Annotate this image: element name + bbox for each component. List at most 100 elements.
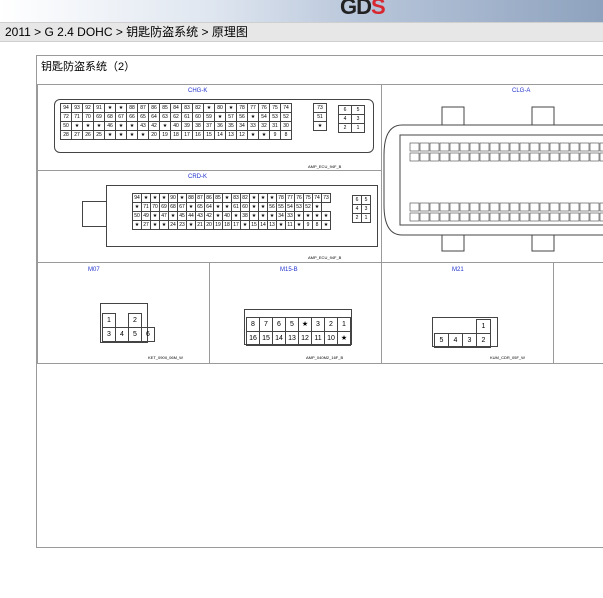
pin-cell: 24 — [168, 220, 178, 230]
connector-crd-k: CRD-K 94 ★ ★ ★ 90 ★ 88 87 86 85 ★ 83 82 ★ ★ ★ 78 77 76 75 74… — [37, 170, 383, 264]
pin-cell: ★ — [313, 121, 327, 131]
pin-cell: ★ — [104, 103, 116, 113]
pin-cell: 88 — [186, 193, 196, 203]
pin-cell: 43 — [195, 211, 205, 221]
pin-cell: 2 — [338, 123, 352, 133]
pin-cell: 54 — [258, 112, 270, 122]
pin-cell: 86 — [204, 193, 214, 203]
pin-cell: 32 — [258, 121, 270, 131]
clg-a-pin — [409, 202, 420, 212]
pin-cell: 82 — [192, 103, 204, 113]
pin-cell: 5 — [285, 317, 299, 332]
pin-cell: 45 — [177, 211, 187, 221]
pin-cell: 3 — [311, 317, 325, 332]
pin-cell: ★ — [186, 202, 196, 212]
pin-cell: 64 — [204, 202, 214, 212]
pin-cell: 20 — [204, 220, 214, 230]
clg-a-pin — [439, 142, 450, 152]
pin-cell: 15 — [203, 130, 215, 140]
clg-a-pin — [409, 212, 420, 222]
pin-cell: 3 — [462, 333, 477, 348]
pin-cell: 94 — [60, 103, 72, 113]
pin-cell: 76 — [294, 193, 304, 203]
pin-cell: 77 — [247, 103, 259, 113]
pin-cell: ★ — [115, 103, 127, 113]
pin-cell: 40 — [222, 211, 232, 221]
pin-cell: 18 — [170, 130, 182, 140]
pin-cell: 88 — [126, 103, 138, 113]
pin-cell: 1 — [361, 213, 371, 223]
pin-cell: ★ — [247, 130, 259, 140]
pin-cell: 50 — [132, 211, 142, 221]
clg-a-pin — [569, 152, 580, 162]
clg-a-pin — [479, 212, 490, 222]
clg-a-pin — [499, 202, 510, 212]
clg-a-pin — [509, 202, 520, 212]
pin-cell: ★ — [115, 130, 127, 140]
pin-cell: 12 — [298, 331, 312, 346]
clg-a-pin — [539, 142, 550, 152]
pin-cell: 33 — [247, 121, 259, 131]
gds-logo: GDS — [340, 0, 386, 19]
pin-cell: ★ — [258, 202, 268, 212]
pin-cell: 70 — [150, 202, 160, 212]
pin-cell: ★ — [312, 202, 322, 212]
pin-cell: 4 — [115, 327, 129, 342]
pin-cell: 5 — [351, 105, 365, 115]
connector-chg-k: CHG-K 94 93 92 91 ★ ★ 88 87 86 85 84 83 82 ★ 80 ★ 78 77 76… — [37, 84, 383, 172]
pin-cell: 92 — [82, 103, 94, 113]
clg-a-pin — [449, 152, 460, 162]
pin-cell — [314, 131, 327, 140]
pin-cell: ★ — [132, 202, 142, 212]
pin-cell: 13 — [225, 130, 237, 140]
pin-cell: ★ — [249, 211, 259, 221]
clg-a-pin — [429, 202, 440, 212]
pin-cell: ★ — [115, 121, 127, 131]
pin-cell: ★ — [258, 130, 270, 140]
pin-cell: ★ — [222, 202, 232, 212]
pin-cell: 6 — [141, 327, 155, 342]
pin-cell: ★ — [267, 211, 277, 221]
clg-a-pin — [559, 202, 570, 212]
pin-cell: 76 — [258, 103, 270, 113]
clg-a-pin — [409, 142, 420, 152]
pin-cell: 61 — [181, 112, 193, 122]
pin-cell — [449, 320, 463, 334]
pin-cell: 2 — [352, 213, 362, 223]
pin-cell: ★ — [321, 211, 331, 221]
chg-k-label: CHG-K — [188, 88, 208, 94]
clg-a-pin — [419, 212, 430, 222]
pin-cell: 33 — [285, 211, 295, 221]
diagram-title: 钥匙防盗系统（2） — [41, 61, 136, 73]
pin-cell: ★ — [213, 202, 223, 212]
pin-cell: ★ — [186, 220, 196, 230]
pin-cell: 52 — [303, 202, 313, 212]
pin-cell: 27 — [141, 220, 151, 230]
clg-a-pin — [489, 142, 500, 152]
clg-a-pin — [589, 202, 600, 212]
connector-m15-b: M15-B 8 7 6 5 ★ 3 2 1 16 15 14 13 12 11 10 ★ AMP_040M2_… — [209, 262, 383, 364]
pin-cell: 5 — [361, 195, 371, 205]
clg-a-pin — [559, 152, 570, 162]
clg-a-pin — [519, 152, 530, 162]
pin-cell: 26 — [82, 130, 94, 140]
clg-a-pin — [579, 202, 590, 212]
clg-a-pin — [579, 152, 590, 162]
pin-cell: ★ — [298, 317, 312, 332]
pin-cell: 57 — [225, 112, 237, 122]
pin-cell: 56 — [236, 112, 248, 122]
pin-cell: 3 — [361, 204, 371, 214]
pin-cell: ★ — [258, 193, 268, 203]
m07-pin-grid: 123456 — [102, 313, 155, 342]
pin-cell: 6 — [338, 105, 352, 115]
pin-cell: ★ — [82, 121, 94, 131]
clg-a-pin — [569, 202, 580, 212]
clg-a-pin — [549, 202, 560, 212]
pin-cell: ★ — [104, 130, 116, 140]
pin-cell: 52 — [280, 112, 292, 122]
pin-cell: ★ — [258, 211, 268, 221]
pin-cell: 47 — [159, 211, 169, 221]
pin-cell: ★ — [225, 103, 237, 113]
pin-cell: ★ — [126, 121, 138, 131]
pin-cell: 85 — [159, 103, 171, 113]
